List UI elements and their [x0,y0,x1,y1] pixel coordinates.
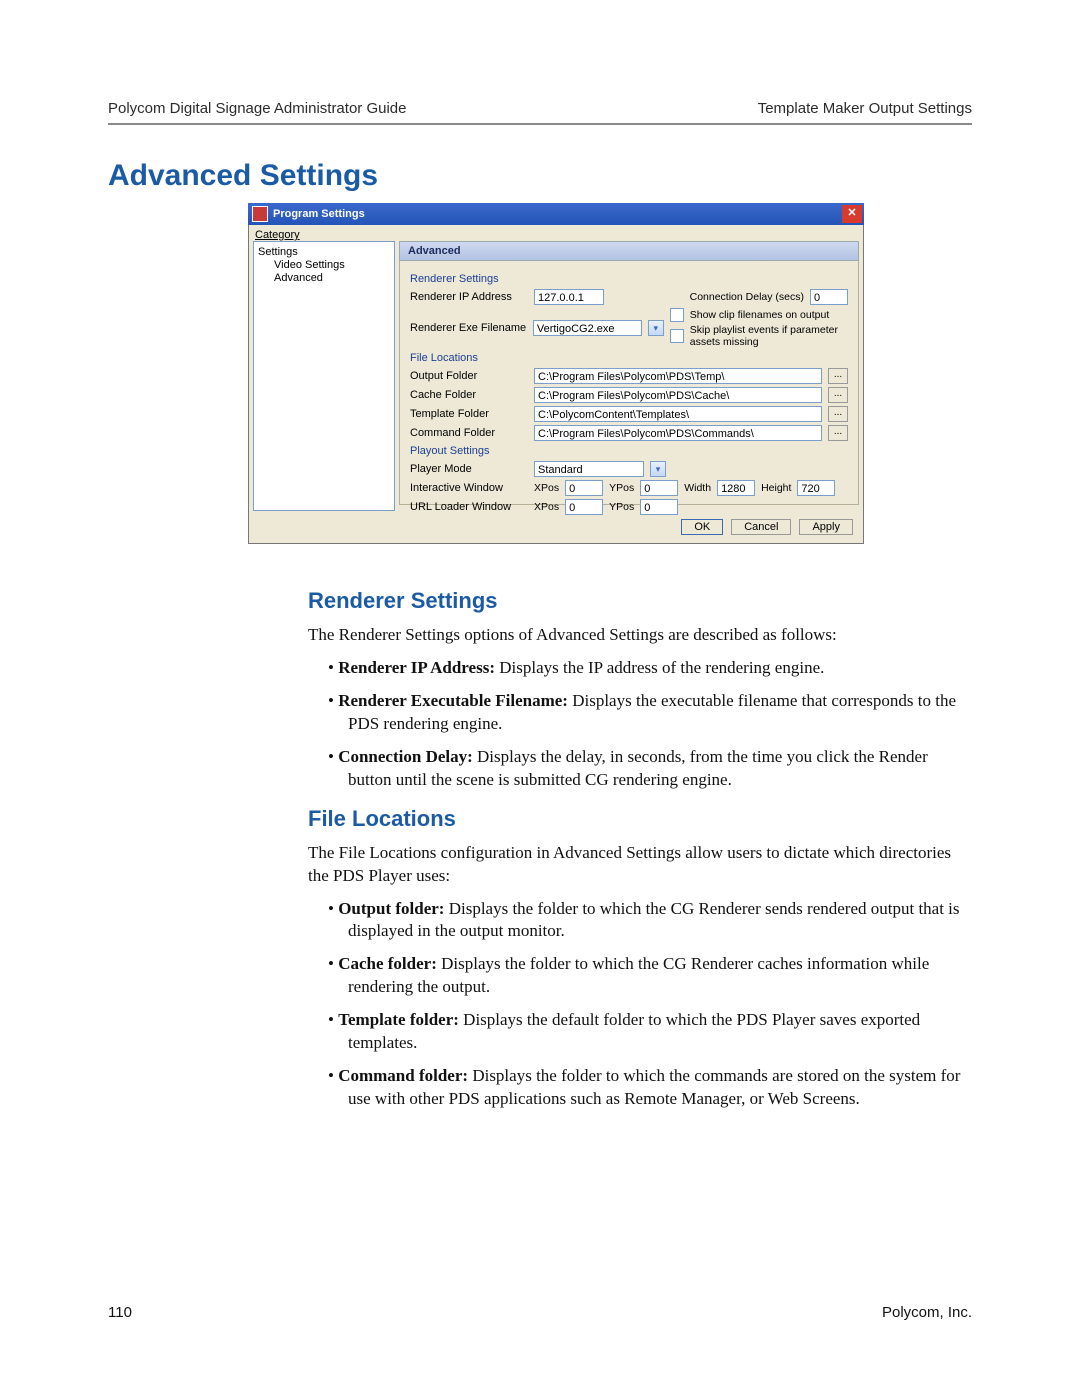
filelocations-list: Output folder: Displays the folder to wh… [328,898,964,1112]
renderer-exe-input[interactable]: VertigoCG2.exe [533,320,642,336]
skip-events-label: Skip playlist events if parameter assets… [690,324,848,348]
xpos-input[interactable]: 0 [565,480,603,496]
filelocations-group-title: File Locations [410,352,848,364]
bullet-bold: Renderer IP Address: [338,658,495,677]
template-folder-input[interactable]: C:\PolycomContent\Templates\ [534,406,822,422]
template-folder-label: Template Folder [410,408,528,420]
bullet-text: Displays the IP address of the rendering… [495,658,824,677]
bullet-bold: Renderer Executable Filename: [338,691,568,710]
renderer-ip-input[interactable]: 127.0.0.1 [534,289,604,305]
dialog-titlebar[interactable]: Program Settings ✕ [248,203,864,225]
bullet-bold: Template folder: [338,1010,459,1029]
tree-advanced[interactable]: Advanced [274,272,390,284]
browse-template-button[interactable]: ... [828,406,848,422]
dialog-screenshot: Program Settings ✕ Category Settings Vid… [248,203,864,544]
chevron-down-icon[interactable]: ▾ [648,320,664,336]
player-mode-input[interactable]: Standard [534,461,644,477]
list-item: Template folder: Displays the default fo… [328,1009,964,1055]
app-icon [252,206,268,222]
bullet-bold: Command folder: [338,1066,468,1085]
width-input[interactable]: 1280 [717,480,755,496]
conn-delay-label: Connection Delay (secs) [690,291,804,303]
dialog-title: Program Settings [273,208,842,220]
interactive-window-label: Interactive Window [410,482,528,494]
browse-output-button[interactable]: ... [828,368,848,384]
list-item: Renderer Executable Filename: Displays t… [328,690,964,736]
apply-button[interactable]: Apply [799,519,853,535]
chevron-down-icon[interactable]: ▾ [650,461,666,477]
category-tree[interactable]: Settings Video Settings Advanced [253,241,395,511]
list-item: Output folder: Displays the folder to wh… [328,898,964,944]
list-item: Command folder: Displays the folder to w… [328,1065,964,1111]
renderer-exe-label: Renderer Exe Filename [410,322,527,334]
show-clip-label: Show clip filenames on output [690,309,830,321]
height-label: Height [761,482,791,494]
output-folder-input[interactable]: C:\Program Files\Polycom\PDS\Temp\ [534,368,822,384]
tree-root[interactable]: Settings [258,246,390,258]
header-rule [108,123,972,125]
conn-delay-input[interactable]: 0 [810,289,848,305]
bullet-bold: Output folder: [338,899,444,918]
category-label: Category [253,227,859,241]
renderer-group-title: Renderer Settings [410,273,848,285]
width-label: Width [684,482,711,494]
xpos-label: XPos [534,482,559,494]
close-icon[interactable]: ✕ [842,205,862,223]
skip-events-checkbox[interactable] [670,329,684,343]
player-mode-label: Player Mode [410,463,528,475]
list-item: Connection Delay: Displays the delay, in… [328,746,964,792]
command-folder-label: Command Folder [410,427,528,439]
cache-folder-input[interactable]: C:\Program Files\Polycom\PDS\Cache\ [534,387,822,403]
browse-cache-button[interactable]: ... [828,387,848,403]
page-number: 110 [108,1304,132,1321]
ok-button[interactable]: OK [681,519,723,535]
show-clip-checkbox[interactable] [670,308,684,322]
panel-heading: Advanced [399,241,859,261]
tree-video-settings[interactable]: Video Settings [274,259,390,271]
header-right: Template Maker Output Settings [758,100,972,117]
ypos-input[interactable]: 0 [640,480,678,496]
renderer-ip-label: Renderer IP Address [410,291,528,303]
filelocations-intro: The File Locations configuration in Adva… [308,842,964,888]
list-item: Renderer IP Address: Displays the IP add… [328,657,964,680]
command-folder-input[interactable]: C:\Program Files\Polycom\PDS\Commands\ [534,425,822,441]
height-input[interactable]: 720 [797,480,835,496]
output-folder-label: Output Folder [410,370,528,382]
page-title: Advanced Settings [108,159,972,193]
bullet-bold: Cache folder: [338,954,437,973]
filelocations-heading: File Locations [308,806,964,832]
browse-command-button[interactable]: ... [828,425,848,441]
cancel-button[interactable]: Cancel [731,519,791,535]
list-item: Cache folder: Displays the folder to whi… [328,953,964,999]
footer-company: Polycom, Inc. [882,1304,972,1321]
bullet-bold: Connection Delay: [338,747,473,766]
header-left: Polycom Digital Signage Administrator Gu… [108,100,406,117]
renderer-intro: The Renderer Settings options of Advance… [308,624,964,647]
cache-folder-label: Cache Folder [410,389,528,401]
ypos-label: YPos [609,482,634,494]
renderer-list: Renderer IP Address: Displays the IP add… [328,657,964,792]
playout-group-title: Playout Settings [410,445,848,457]
renderer-heading: Renderer Settings [308,588,964,614]
